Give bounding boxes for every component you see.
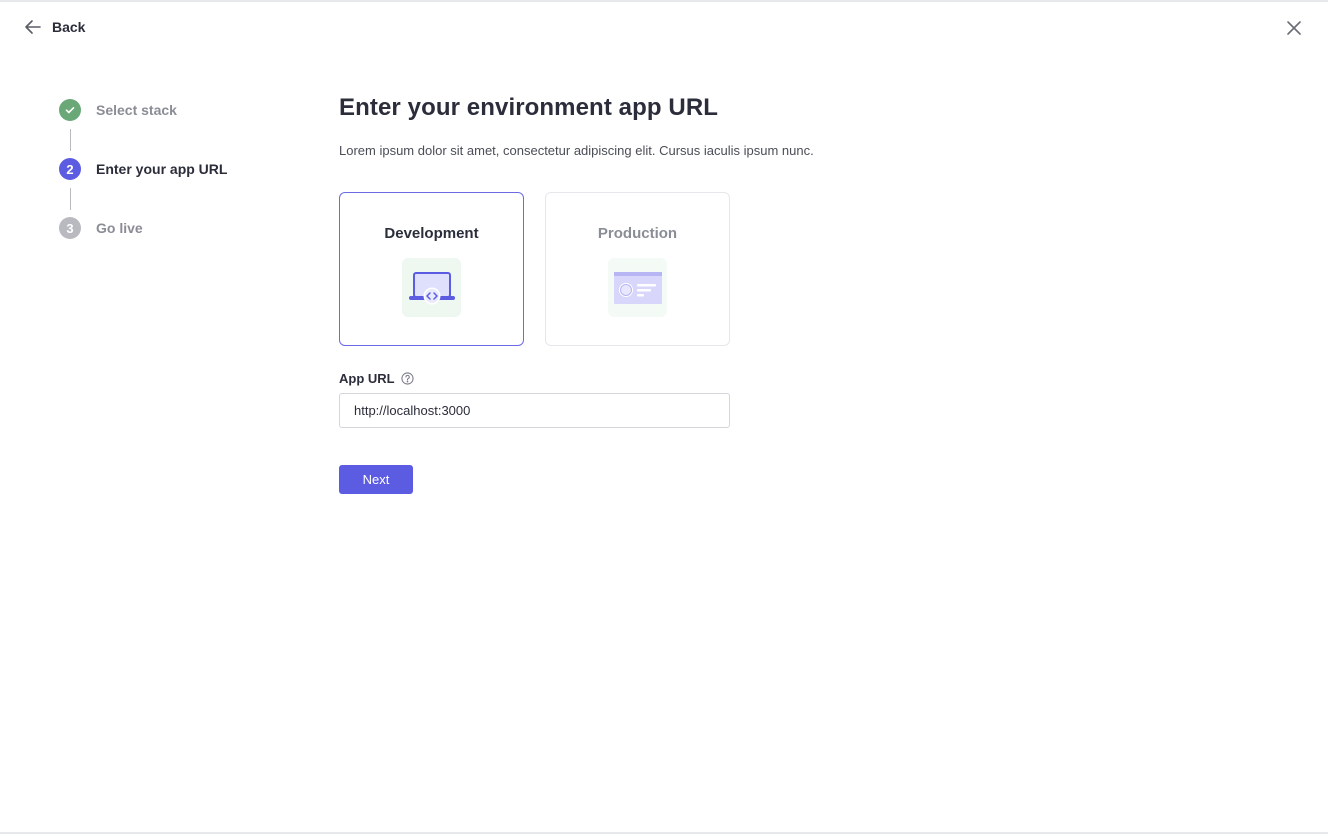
close-icon[interactable]	[1284, 18, 1304, 38]
card-title: Development	[384, 225, 479, 242]
back-button[interactable]: Back	[24, 18, 85, 36]
step-label: Select stack	[96, 102, 177, 118]
step-complete-badge	[59, 99, 81, 121]
main-content: Enter your environment app URL Lorem ips…	[339, 94, 899, 494]
next-button[interactable]: Next	[339, 465, 413, 494]
card-title: Production	[597, 225, 678, 242]
onboarding-window: Back Select stack 2 Enter your app URL 3…	[0, 0, 1328, 834]
step-label: Go live	[96, 220, 143, 236]
step-number-badge: 3	[59, 217, 81, 239]
step-number-badge: 2	[59, 158, 81, 180]
environment-card-production[interactable]: Production	[545, 192, 730, 346]
app-url-input[interactable]	[339, 393, 730, 428]
step-enter-app-url[interactable]: 2 Enter your app URL	[59, 158, 279, 180]
arrow-left-icon	[25, 20, 41, 34]
page-title: Enter your environment app URL	[339, 94, 719, 121]
laptop-code-icon	[402, 258, 461, 317]
stepper: Select stack 2 Enter your app URL 3 Go l…	[59, 99, 279, 239]
step-select-stack[interactable]: Select stack	[59, 99, 279, 121]
check-icon	[65, 107, 75, 114]
step-go-live[interactable]: 3 Go live	[59, 217, 279, 239]
app-url-label-row: App URL	[339, 371, 899, 386]
browser-window-icon	[608, 258, 667, 317]
environment-card-development[interactable]: Development	[339, 192, 524, 346]
environment-options: Development Production	[339, 192, 899, 346]
step-label: Enter your app URL	[96, 161, 228, 177]
page-description: Lorem ipsum dolor sit amet, consectetur …	[339, 143, 814, 158]
app-url-label: App URL	[339, 371, 395, 386]
step-connector	[69, 188, 71, 210]
step-connector	[69, 129, 71, 151]
help-icon[interactable]	[401, 372, 414, 385]
back-label: Back	[52, 19, 86, 35]
